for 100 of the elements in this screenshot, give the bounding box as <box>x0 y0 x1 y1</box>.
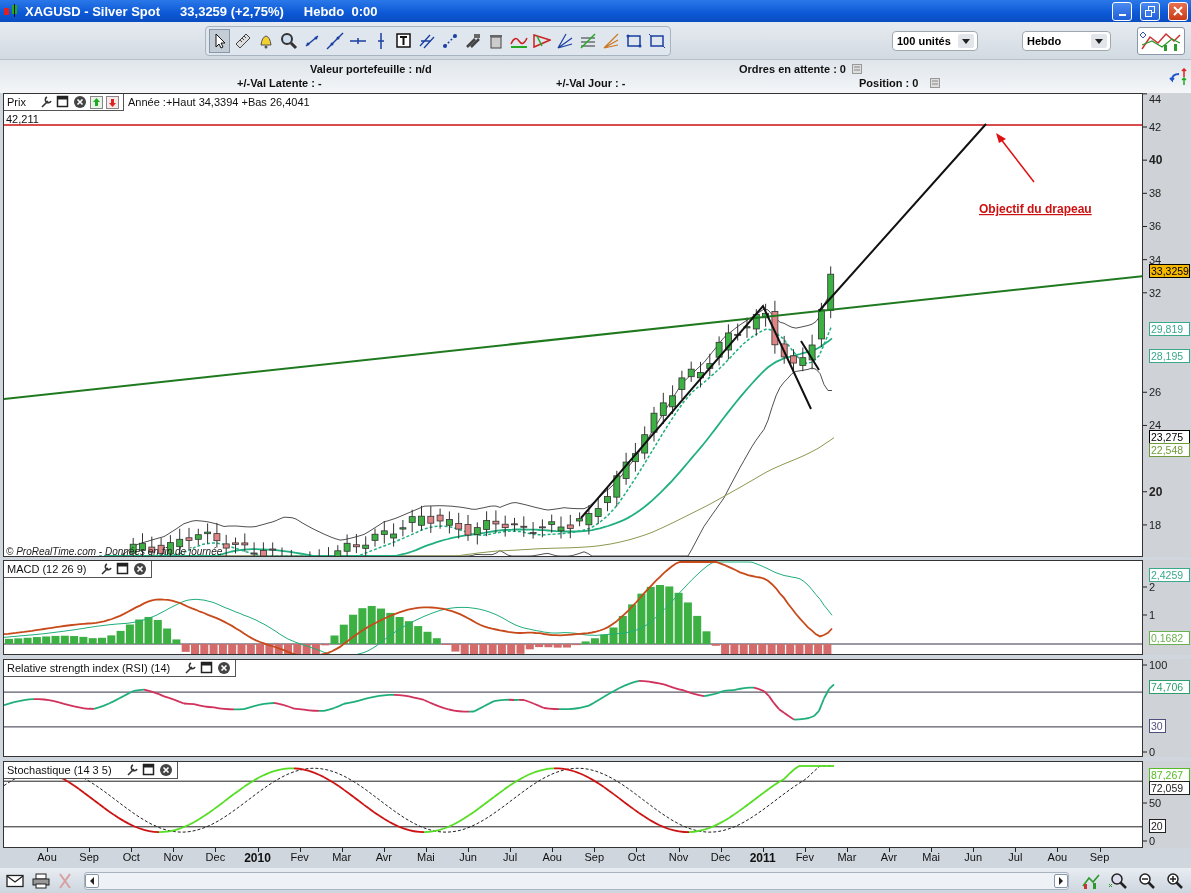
scroll-right-button[interactable] <box>1054 873 1068 888</box>
restore-icon <box>1144 5 1156 17</box>
axis-label: 26 <box>1149 386 1162 399</box>
histogram-bar <box>386 612 395 644</box>
axis-label: Oct <box>626 851 646 863</box>
close-icon[interactable] <box>72 95 87 109</box>
histogram-bar <box>367 605 376 644</box>
histogram-bar <box>767 644 776 654</box>
price-tag: 23,275 <box>1149 430 1190 444</box>
axis-label: Avr <box>879 851 899 863</box>
axis-label: 34 <box>1149 253 1162 266</box>
envelope-icon[interactable] <box>6 873 24 888</box>
histogram-bar <box>823 644 832 654</box>
axis-label: Nov <box>162 851 185 863</box>
wrench-icon[interactable] <box>99 562 114 576</box>
histogram-bar <box>628 604 637 644</box>
close-icon[interactable] <box>217 661 232 675</box>
axis-label: Jul <box>502 851 519 863</box>
price-tag: 29,819 <box>1149 322 1190 336</box>
close-icon[interactable] <box>133 562 148 576</box>
axis-label: Fev <box>289 851 310 863</box>
histogram-bar <box>637 593 646 644</box>
latent-value: +/-Val Latente : - <box>237 77 322 89</box>
axis-label: Mar <box>836 851 858 863</box>
magnifier-icon[interactable] <box>1109 871 1129 890</box>
quote-value: 33,3259 (+2,75%) <box>180 3 284 19</box>
histogram-bar <box>665 586 674 644</box>
axis-label: Jun <box>458 851 478 863</box>
histogram-bar <box>200 644 209 654</box>
histogram-bar <box>135 619 144 644</box>
histogram-bar <box>237 644 246 654</box>
restore-button[interactable] <box>1140 1 1160 21</box>
value-tag: 30 <box>1149 719 1166 733</box>
swap-arrows-icon[interactable] <box>1169 68 1189 86</box>
close-button[interactable] <box>1168 1 1188 21</box>
histogram-bar <box>218 644 227 654</box>
histogram-bar <box>795 644 804 654</box>
down-arrow-icon[interactable] <box>105 95 119 109</box>
histogram-bar <box>460 644 469 654</box>
period-label: Hebdo 0:00 <box>303 3 378 19</box>
histogram-bar <box>404 621 413 644</box>
histogram-bar <box>228 644 237 654</box>
value-tag: 20 <box>1149 819 1166 833</box>
window-icon[interactable] <box>200 661 215 675</box>
histogram-bar <box>507 644 516 654</box>
wrench-icon[interactable] <box>183 661 198 675</box>
histogram-bar <box>246 644 255 654</box>
trend-line[interactable] <box>4 275 1142 400</box>
value-tag: 74,706 <box>1149 680 1190 694</box>
histogram-bar <box>739 644 748 654</box>
pointer-tool-icon[interactable] <box>209 28 230 53</box>
quantity-dropdown[interactable]: 100 unités <box>892 30 978 51</box>
axis-label: 40 <box>1149 153 1163 168</box>
caret-icon <box>1091 33 1107 48</box>
axis-label: Nov <box>667 851 690 863</box>
price-tag: 28,195 <box>1149 349 1190 363</box>
axis-label: Oct <box>121 851 141 863</box>
histogram-bar <box>488 644 497 654</box>
chart-signals-button[interactable] <box>1137 26 1185 55</box>
histogram-bar <box>758 644 767 654</box>
scroll-left-button[interactable] <box>85 873 99 888</box>
histogram-bar <box>674 592 683 644</box>
axis-label: 2 <box>1149 581 1156 593</box>
axis-label: Jul <box>1007 851 1024 863</box>
window-icon[interactable] <box>141 763 156 777</box>
printer-icon[interactable] <box>32 872 50 889</box>
year-range-text: Année :+Haut 34,3394 +Bas 26,4041 <box>128 96 310 108</box>
panel-title: Relative strength index (RSI) (14) <box>7 662 171 674</box>
value-tag: 87,267 <box>1149 768 1190 782</box>
value-tag: 72,059 <box>1149 781 1190 795</box>
axis-label: Aou <box>1046 851 1069 863</box>
candlestick-icon <box>3 4 19 18</box>
axis-label: Mar <box>331 851 353 863</box>
histogram-bar <box>60 635 69 644</box>
zoom-in-icon[interactable] <box>1165 871 1185 890</box>
axis-label: 18 <box>1149 518 1162 531</box>
histogram-bar <box>776 644 785 654</box>
window-icon[interactable] <box>116 562 131 576</box>
histogram-bar <box>256 644 265 654</box>
portfolio-value: Valeur portefeuille : n/d <box>310 63 432 75</box>
axis-label: 20 <box>1149 484 1163 499</box>
annotation-arrow <box>996 133 1035 183</box>
axis-label: 2011 <box>748 851 777 865</box>
axis-label: Sep <box>78 851 100 863</box>
close-icon[interactable] <box>158 763 173 777</box>
axis-label: Sep <box>583 851 606 863</box>
zoom-out-icon[interactable] <box>1137 871 1157 890</box>
histogram-bar <box>209 644 218 654</box>
axis-label: 44 <box>1149 93 1162 105</box>
value-tag: 0,1682 <box>1149 631 1190 645</box>
axis-label: Aou <box>36 851 58 863</box>
axis-label: 42 <box>1149 121 1162 133</box>
axis-label: 32 <box>1149 286 1162 299</box>
panel-title: Stochastique (14 3 5) <box>7 764 112 776</box>
timeframe-dropdown[interactable]: Hebdo <box>1022 30 1111 51</box>
horizontal-scrollbar[interactable] <box>84 871 1069 890</box>
axis-label: Mai <box>416 851 436 863</box>
close-icon <box>1173 6 1183 16</box>
window-icon[interactable] <box>55 95 70 109</box>
minimize-button[interactable] <box>1112 1 1132 21</box>
